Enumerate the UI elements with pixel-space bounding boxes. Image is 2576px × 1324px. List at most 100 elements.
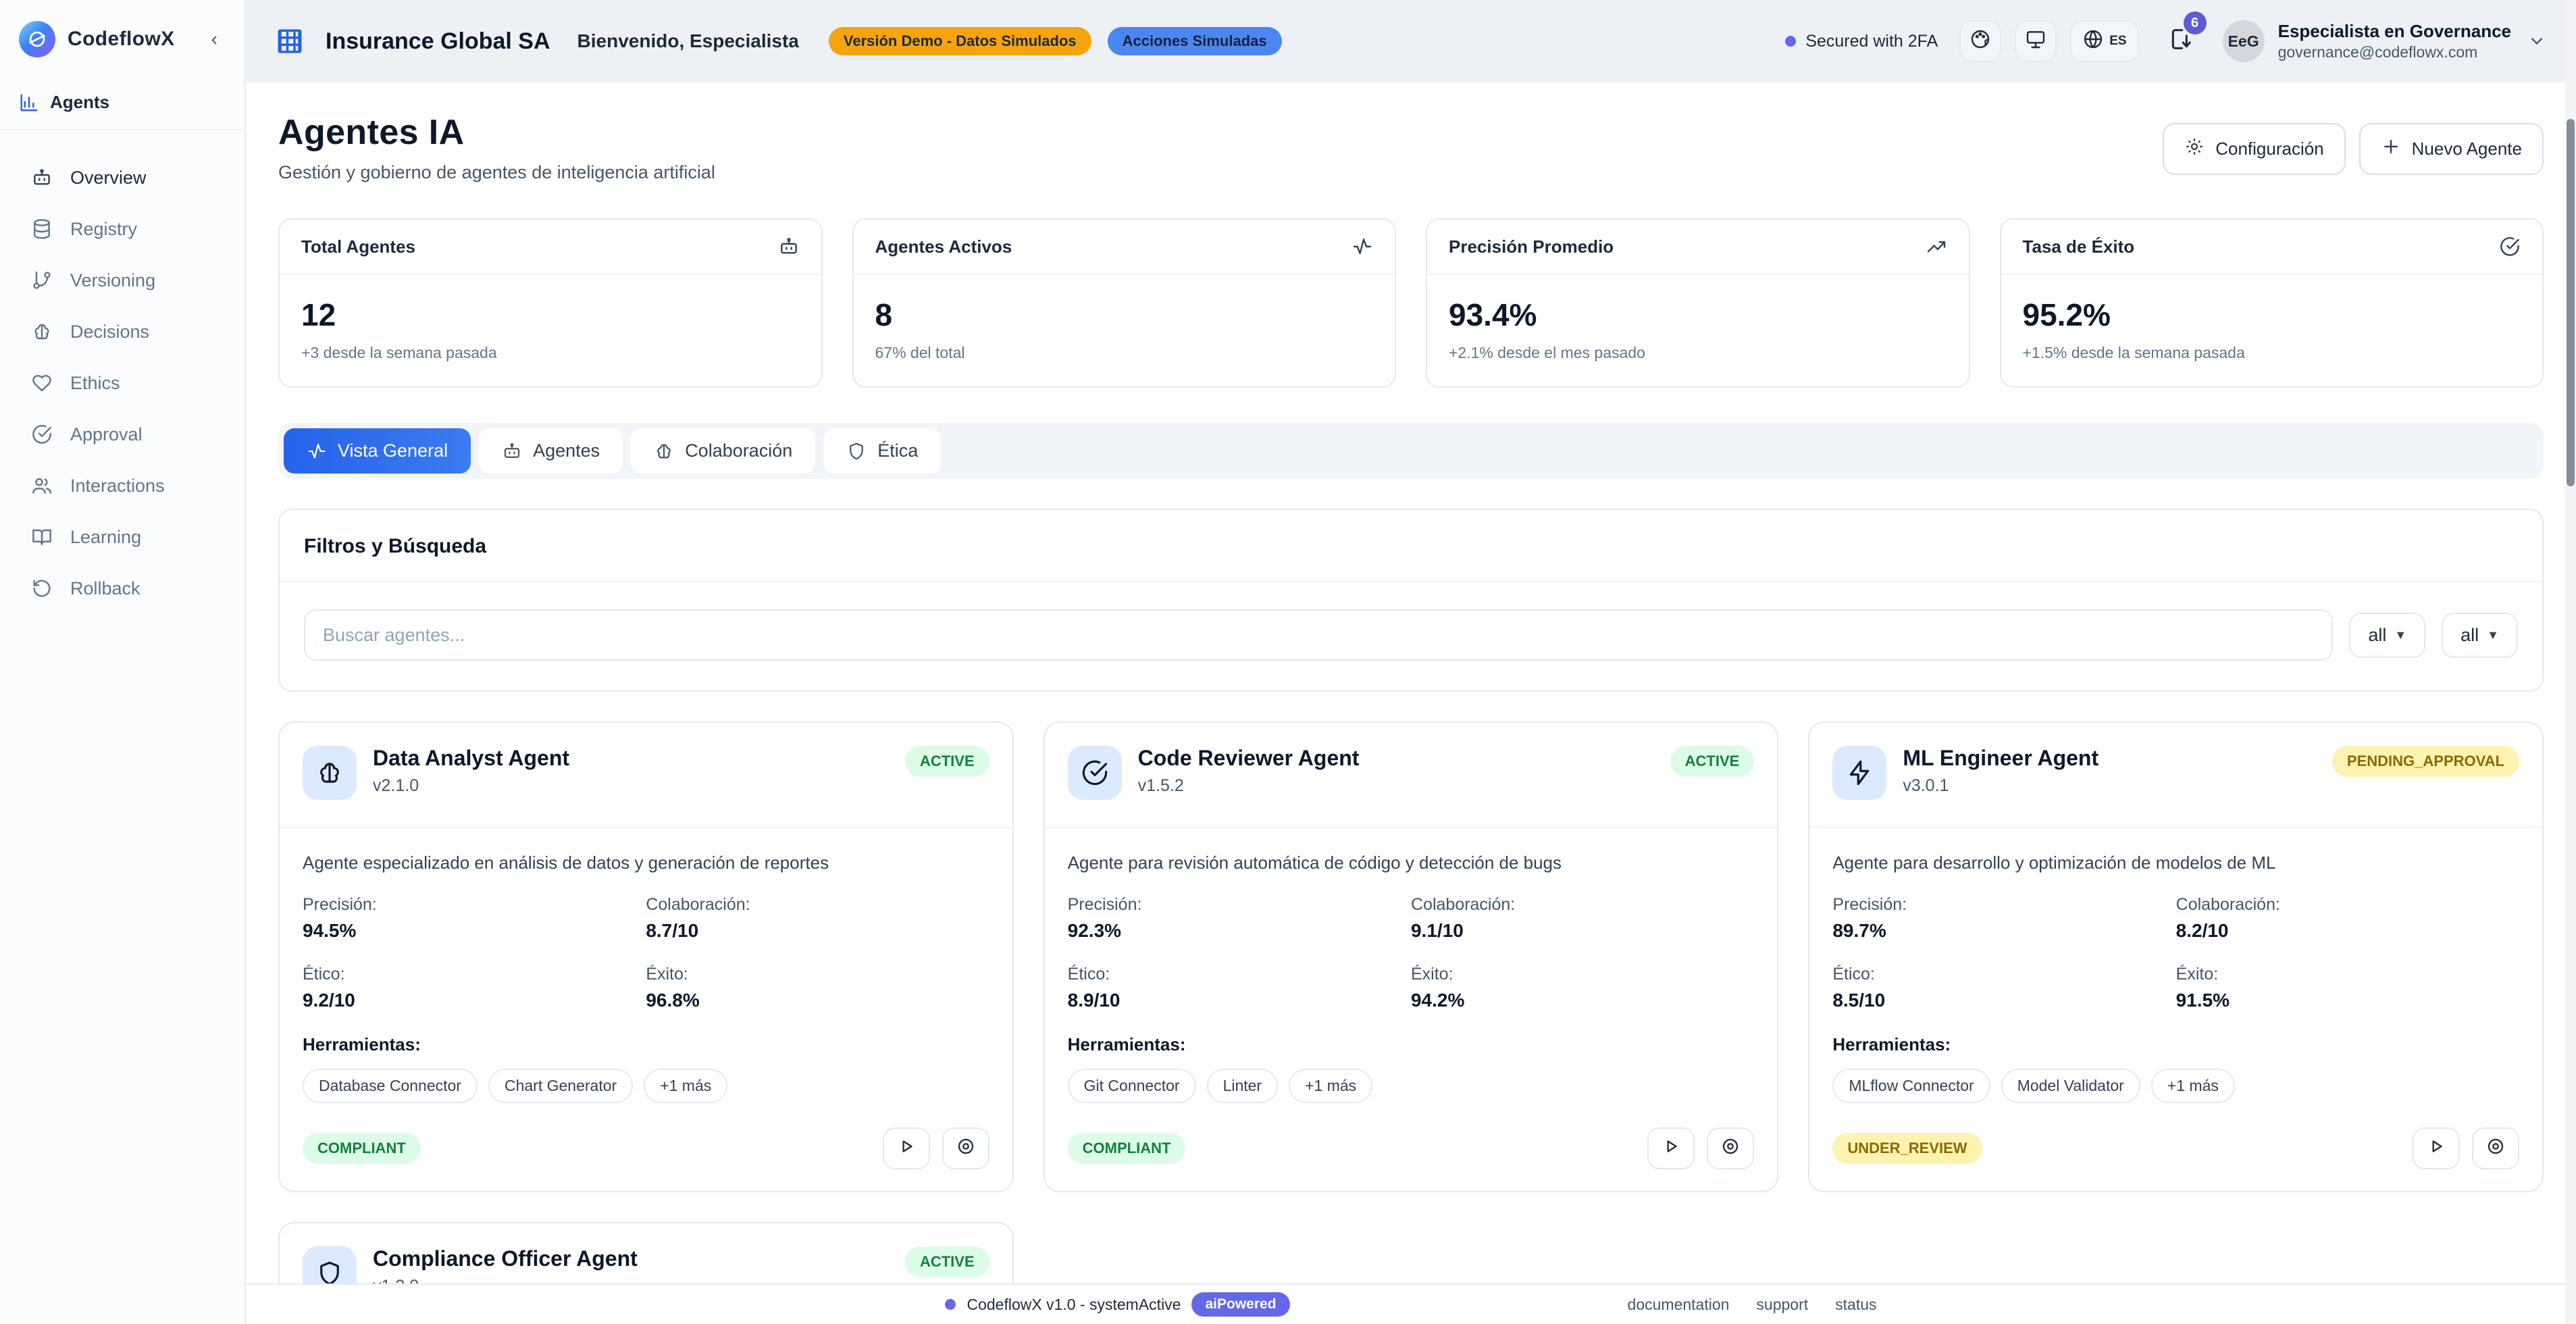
tab-label: Vista General — [338, 440, 448, 461]
chevron-down-icon[interactable] — [2527, 32, 2546, 51]
sidebar-item-interactions[interactable]: Interactions — [0, 463, 244, 509]
topbar: Insurance Global SA Bienvenido, Especial… — [246, 0, 2576, 82]
tab-agentes[interactable]: Agentes — [479, 428, 623, 474]
agent-card: Data Analyst Agent v2.1.0 ACTIVE Agente … — [278, 721, 1014, 1192]
agent-version: v2.1.0 — [373, 776, 569, 796]
agent-status-badge: PENDING_APPROVAL — [2332, 746, 2519, 777]
globe-icon — [2082, 28, 2104, 54]
stat-card-body: 93.4% +2.1% desde el mes pasado — [1427, 275, 1969, 386]
agent-card: Code Reviewer Agent v1.5.2 ACTIVE Agente… — [1044, 721, 1779, 1192]
footer-status: CodeflowX v1.0 - systemActive aiPowered — [945, 1292, 1289, 1317]
avatar[interactable]: EeG — [2223, 20, 2265, 62]
agent-card-body: Agente para revisión automática de códig… — [1045, 828, 1778, 1191]
metric-label: Éxito: — [1411, 965, 1754, 984]
language-label: ES — [2109, 34, 2126, 49]
metric-label: Colaboración: — [1411, 895, 1754, 915]
run-agent-button[interactable] — [1647, 1127, 1695, 1169]
stat-card: Tasa de Éxito 95.2% +1.5% desde la seman… — [2000, 218, 2544, 388]
tab-vista-general[interactable]: Vista General — [284, 428, 471, 474]
display-mode-button[interactable] — [2015, 20, 2057, 62]
sidebar-item-registry[interactable]: Registry — [0, 206, 244, 252]
run-agent-button[interactable] — [2413, 1127, 2460, 1169]
sidebar-item-decisions[interactable]: Decisions — [0, 309, 244, 355]
simulated-actions-badge: Acciones Simuladas — [1108, 27, 1282, 55]
topbar-right: Secured with 2FA ES — [1785, 18, 2546, 64]
metric: Éxito: 94.2% — [1411, 965, 1754, 1011]
metric-value: 96.8% — [646, 990, 989, 1011]
language-button[interactable]: ES — [2070, 20, 2138, 62]
metric-label: Ético: — [303, 965, 646, 984]
stat-card-head: Tasa de Éxito — [2001, 220, 2543, 275]
footer-link-support[interactable]: support — [1756, 1296, 1808, 1314]
metric-value: 89.7% — [1832, 920, 2175, 942]
metric: Éxito: 96.8% — [646, 965, 989, 1011]
sidebar-item-overview[interactable]: Overview — [0, 155, 244, 201]
sidebar-item-label: Decisions — [70, 322, 149, 342]
agent-card-foot: COMPLIANT — [303, 1127, 989, 1169]
agent-card: ML Engineer Agent v3.0.1 PENDING_APPROVA… — [1808, 721, 2544, 1192]
footer-link-status[interactable]: status — [1835, 1296, 1876, 1314]
sidebar-collapse-button[interactable]: ‹ — [203, 26, 226, 53]
metric: Precisión: 92.3% — [1068, 895, 1411, 942]
zap-icon — [1832, 746, 1886, 800]
secured-label: Secured with 2FA — [1805, 32, 1938, 51]
search-input[interactable] — [304, 609, 2333, 661]
configuration-button[interactable]: Configuración — [2163, 123, 2345, 175]
stat-card-body: 8 67% del total — [854, 275, 1395, 386]
view-agent-button[interactable] — [1707, 1127, 1754, 1169]
eye-target-icon — [2485, 1136, 2506, 1161]
notifications-button[interactable]: 6 — [2158, 18, 2204, 64]
notification-count-badge: 6 — [2184, 11, 2207, 34]
sidebar-item-rollback[interactable]: Rollback — [0, 565, 244, 611]
filters-card: Filtros y Búsqueda all ▼ all ▼ — [278, 509, 2544, 692]
metric-value: 9.2/10 — [303, 990, 646, 1011]
stat-value: 8 — [875, 297, 1374, 333]
new-agent-button[interactable]: Nuevo Agente — [2359, 123, 2544, 175]
shield-icon — [303, 1246, 357, 1283]
app: CodeflowX ‹ Agents Overview Registry Versi… — [0, 0, 2576, 1324]
agent-name: Data Analyst Agent — [373, 746, 569, 771]
theme-palette-button[interactable] — [1959, 20, 2001, 62]
metric-value: 94.5% — [303, 920, 646, 942]
view-agent-button[interactable] — [942, 1127, 989, 1169]
main-column: Insurance Global SA Bienvenido, Especial… — [246, 0, 2576, 1324]
stat-caption: +3 desde la semana pasada — [301, 344, 800, 362]
sidebar-nav: Overview Registry Versioning Decisions Ethic… — [0, 130, 244, 636]
run-agent-button[interactable] — [883, 1127, 930, 1169]
scrollbar[interactable] — [2565, 0, 2576, 1324]
metric-label: Precisión: — [1068, 895, 1411, 915]
metric-value: 8.2/10 — [2176, 920, 2519, 942]
status-filter-dropdown[interactable]: all ▼ — [2442, 613, 2518, 658]
agent-card-head: Code Reviewer Agent v1.5.2 ACTIVE — [1045, 723, 1778, 828]
sidebar-item-learning[interactable]: Learning — [0, 514, 244, 560]
stat-value: 12 — [301, 297, 800, 333]
stat-title: Total Agentes — [301, 236, 415, 257]
page-title: Agentes IA — [278, 112, 715, 153]
agent-card-foot: UNDER_REVIEW — [1832, 1127, 2519, 1169]
user-email: governance@codeflowx.com — [2278, 43, 2511, 61]
check-circle-icon — [1068, 746, 1122, 800]
trending-up-icon — [1926, 236, 1947, 257]
scrollbar-thumb[interactable] — [2567, 119, 2575, 486]
tab-ética[interactable]: Ética — [823, 428, 941, 474]
sidebar-item-approval[interactable]: Approval — [0, 411, 244, 457]
tool-chip: +1 más — [1289, 1069, 1372, 1103]
type-filter-dropdown[interactable]: all ▼ — [2349, 613, 2425, 658]
agent-card-body: Agente especializado en análisis de dato… — [280, 828, 1012, 1191]
footer: CodeflowX v1.0 - systemActive aiPowered … — [246, 1283, 2576, 1324]
footer-link-documentation[interactable]: documentation — [1628, 1296, 1730, 1314]
stat-cards: Total Agentes 12 +3 desde la semana pasa… — [278, 218, 2544, 388]
brain-icon — [303, 746, 357, 800]
shield-icon — [846, 441, 867, 461]
grid-icon — [276, 27, 304, 55]
sidebar-item-ethics[interactable]: Ethics — [0, 360, 244, 406]
metric-value: 8.7/10 — [646, 920, 989, 942]
tool-chips: Git ConnectorLinter+1 más — [1068, 1069, 1755, 1103]
view-agent-button[interactable] — [2472, 1127, 2519, 1169]
sidebar-section-agents: Agents — [0, 78, 244, 130]
brand-name: CodeflowX — [68, 28, 191, 51]
brain-icon — [654, 441, 674, 461]
sidebar-item-versioning[interactable]: Versioning — [0, 257, 244, 303]
eye-target-icon — [956, 1136, 976, 1161]
tab-colaboración[interactable]: Colaboración — [631, 428, 815, 474]
